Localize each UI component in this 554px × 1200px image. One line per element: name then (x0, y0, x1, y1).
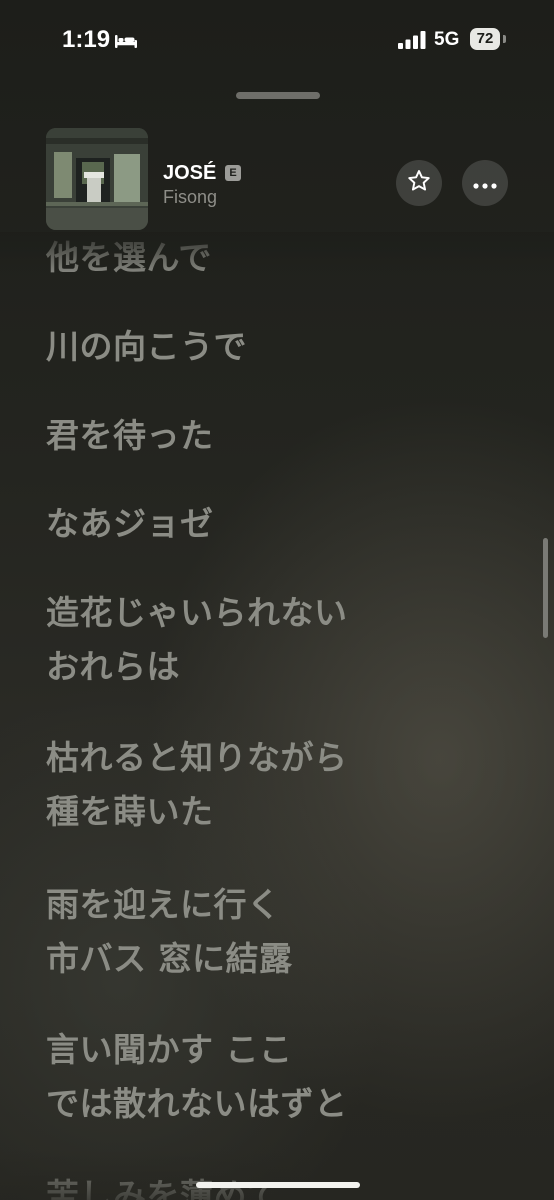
lyric-line[interactable]: おれらは (46, 638, 516, 695)
lyric-line[interactable]: なあジョゼ (46, 495, 516, 552)
favorite-button[interactable] (396, 160, 442, 206)
explicit-badge: E (225, 165, 241, 181)
status-time: 1:19 (62, 26, 111, 53)
sheet-grabber[interactable] (236, 92, 320, 99)
bed-icon (114, 33, 138, 49)
network-type: 5G (434, 29, 460, 50)
battery-level: 72 (470, 28, 500, 50)
lyrics-view[interactable]: 他を選んで 川の向こうで 君を待った なあジョゼ 造花じゃいられない おれらは … (46, 232, 516, 1200)
cellular-signal-icon (398, 31, 426, 49)
lyric-line[interactable]: 雨を迎えに行く (46, 876, 516, 933)
lyric-line[interactable]: 市バス 窓に結露 (46, 930, 516, 987)
status-bar: 1:19 5G 72 (0, 0, 554, 90)
artist-name[interactable]: Fisong (163, 187, 217, 208)
more-options-button[interactable] (462, 160, 508, 206)
scrollbar[interactable] (543, 538, 548, 638)
battery-tip (503, 35, 506, 43)
track-title[interactable]: JOSÉ (163, 162, 216, 185)
lyric-line[interactable]: 君を待った (46, 407, 516, 464)
lyric-line[interactable]: 言い聞かす ここ (46, 1021, 516, 1078)
lyric-line[interactable]: 造花じゃいられない (46, 584, 516, 641)
lyric-line[interactable]: 枯れると知りながら (46, 729, 516, 786)
lyric-line[interactable]: 他を選んで (46, 232, 516, 286)
album-artwork[interactable] (46, 128, 148, 230)
lyric-line[interactable]: では散れないはずと (46, 1075, 516, 1132)
star-icon (406, 168, 432, 198)
more-icon (473, 174, 497, 193)
lyric-line[interactable]: 川の向こうで (46, 318, 516, 375)
lyric-line[interactable]: 種を蒔いた (46, 783, 516, 840)
home-indicator[interactable] (196, 1182, 360, 1188)
